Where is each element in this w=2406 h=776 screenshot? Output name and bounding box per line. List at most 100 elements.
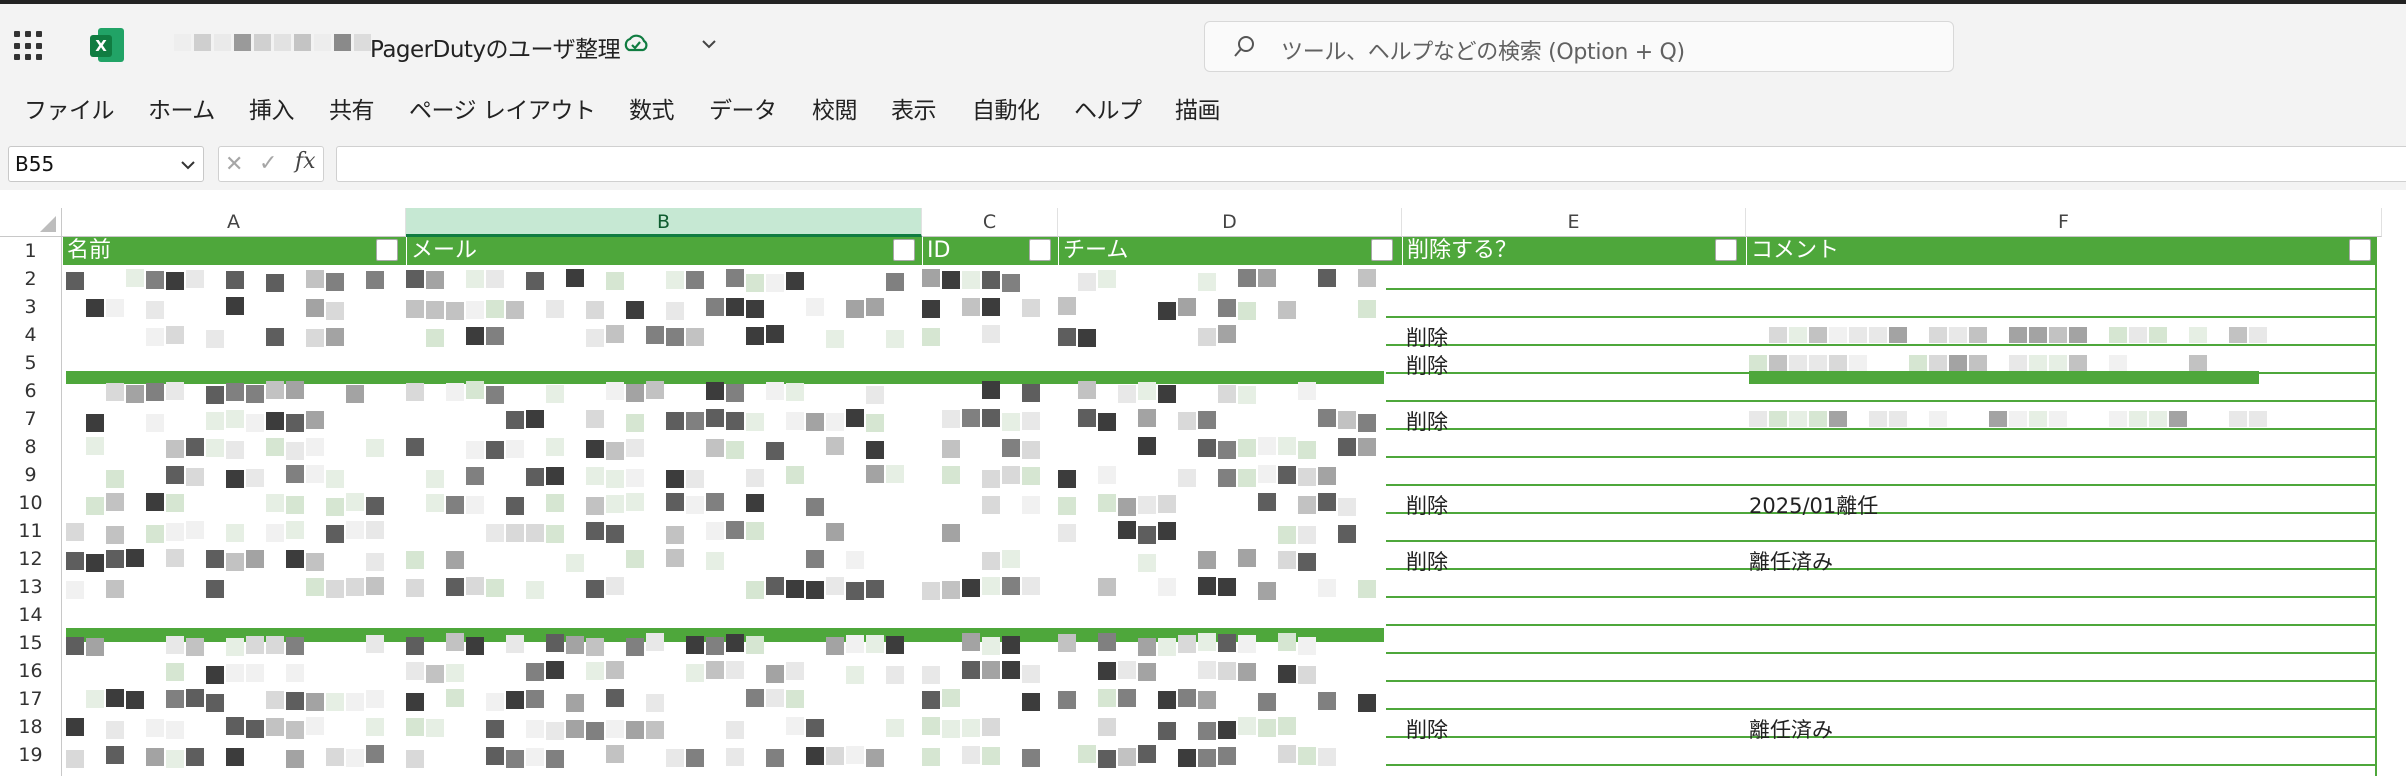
redacted-block [746, 413, 764, 431]
redacted-block [1238, 717, 1256, 735]
row-header-12[interactable]: 12 [0, 545, 62, 573]
column-header-e[interactable]: E [1402, 208, 1746, 237]
menu-insert[interactable]: 挿入 [249, 91, 295, 125]
redacted-block [1749, 355, 1767, 371]
row-header-3[interactable]: 3 [0, 293, 62, 321]
redacted-block [962, 298, 980, 316]
menu-formulas[interactable]: 数式 [629, 91, 675, 125]
column-header-c[interactable]: C [922, 208, 1058, 237]
menu-help[interactable]: ヘルプ [1074, 91, 1142, 125]
row-header-6[interactable]: 6 [0, 377, 62, 405]
redacted-block [1929, 327, 1947, 343]
redacted-block [2049, 327, 2067, 343]
redacted-block [606, 495, 624, 513]
redacted-block [1178, 635, 1196, 653]
row-header-5[interactable]: 5 [0, 349, 62, 377]
row-header-2[interactable]: 2 [0, 265, 62, 293]
filter-dropdown-icon[interactable] [376, 239, 398, 261]
row-header-13[interactable]: 13 [0, 573, 62, 601]
redacted-block [1098, 578, 1116, 596]
cell-e4[interactable]: 削除 [1406, 322, 1448, 352]
cell-e10[interactable]: 削除 [1406, 490, 1448, 520]
row-header-18[interactable]: 18 [0, 713, 62, 741]
menu-file[interactable]: ファイル [24, 91, 115, 125]
cell-e7[interactable]: 削除 [1406, 406, 1448, 436]
filter-dropdown-icon[interactable] [2349, 239, 2371, 261]
cell-f18[interactable]: 離任済み [1749, 714, 1833, 744]
row-header-14[interactable]: 14 [0, 601, 62, 629]
redacted-block [146, 719, 164, 737]
filter-dropdown-icon[interactable] [1371, 239, 1393, 261]
row-header-10[interactable]: 10 [0, 489, 62, 517]
redacted-block [146, 748, 164, 766]
menu-automate[interactable]: 自動化 [972, 91, 1040, 125]
select-all-corner[interactable] [0, 208, 62, 237]
row-header-16[interactable]: 16 [0, 657, 62, 685]
header-team[interactable]: チーム [1059, 237, 1402, 265]
menu-draw[interactable]: 描画 [1175, 91, 1221, 125]
row-header-17[interactable]: 17 [0, 685, 62, 713]
header-email[interactable]: メール [407, 237, 922, 265]
row-header-7[interactable]: 7 [0, 405, 62, 433]
filter-dropdown-icon[interactable] [1029, 239, 1051, 261]
header-delete-label: 削除する？ [1407, 238, 1518, 263]
menu-share[interactable]: 共有 [329, 91, 375, 125]
row-header-9[interactable]: 9 [0, 461, 62, 489]
chevron-down-icon[interactable] [699, 34, 719, 54]
menu-page-layout[interactable]: ページ レイアウト [409, 91, 596, 125]
cell-e12[interactable]: 削除 [1406, 546, 1448, 576]
redacted-block [2109, 355, 2127, 371]
search-box[interactable]: ツール、ヘルプなどの検索 (Option + Q) [1204, 21, 1954, 72]
column-header-d[interactable]: D [1058, 208, 1402, 237]
redacted-block [1849, 327, 1867, 343]
menu-review[interactable]: 校閲 [812, 91, 858, 125]
column-header-a[interactable]: A [62, 208, 406, 237]
redacted-block [866, 298, 884, 316]
excel-logo-icon[interactable]: X [90, 28, 124, 62]
redacted-block [566, 694, 584, 712]
header-id[interactable]: ID [923, 237, 1058, 265]
row-header-8[interactable]: 8 [0, 433, 62, 461]
name-box[interactable]: B55 [8, 146, 204, 182]
insert-function-button[interactable]: fx [295, 149, 316, 174]
worksheet-grid[interactable]: A B C D E F 名前 メール ID チーム 削除する？ コメント 1 2… [0, 190, 2406, 776]
filter-dropdown-icon[interactable] [893, 239, 915, 261]
redacted-block [446, 578, 464, 596]
row-header-15[interactable]: 15 [0, 629, 62, 657]
header-comment[interactable]: コメント [1747, 237, 2376, 265]
column-header-b[interactable]: B [406, 208, 922, 237]
cell-e5[interactable]: 削除 [1406, 350, 1448, 380]
redacted-block [846, 409, 864, 427]
row-header-4[interactable]: 4 [0, 321, 62, 349]
cell-e18[interactable]: 削除 [1406, 714, 1448, 744]
header-team-label: チーム [1063, 238, 1129, 263]
menu-view[interactable]: 表示 [891, 91, 937, 125]
row-header-11[interactable]: 11 [0, 517, 62, 545]
filter-dropdown-icon[interactable] [1715, 239, 1737, 261]
redacted-block [706, 552, 724, 570]
app-launcher-icon[interactable] [14, 31, 44, 61]
cloud-saved-icon[interactable] [622, 30, 650, 58]
redacted-block [1158, 638, 1176, 656]
redacted-block [706, 298, 724, 316]
menu-home[interactable]: ホーム [148, 91, 215, 125]
menu-data[interactable]: データ [709, 91, 777, 125]
redacted-block [1258, 465, 1276, 483]
redacted-block [1118, 498, 1136, 516]
cell-f10[interactable]: 2025/01離任 [1749, 490, 1878, 520]
check-icon[interactable]: ✓ [259, 151, 277, 176]
document-title[interactable]: PagerDutyのユーザ整理 [370, 30, 621, 64]
header-name[interactable]: 名前 [63, 237, 406, 265]
row-header-19[interactable]: 19 [0, 741, 62, 776]
redacted-block [366, 635, 384, 653]
cancel-icon[interactable]: ✕ [225, 152, 243, 177]
cell-f12[interactable]: 離任済み [1749, 546, 1833, 576]
row-header-1[interactable]: 1 [0, 237, 62, 265]
column-header-f[interactable]: F [1746, 208, 2382, 237]
redacted-block [846, 635, 864, 653]
ribbon-menu: ファイル ホーム 挿入 共有 ページ レイアウト 数式 データ 校閲 表示 自動… [0, 82, 2406, 130]
redacted-block [166, 636, 184, 654]
header-delete[interactable]: 削除する？ [1403, 237, 1746, 265]
formula-input[interactable] [336, 146, 2406, 182]
redacted-block [166, 466, 184, 484]
